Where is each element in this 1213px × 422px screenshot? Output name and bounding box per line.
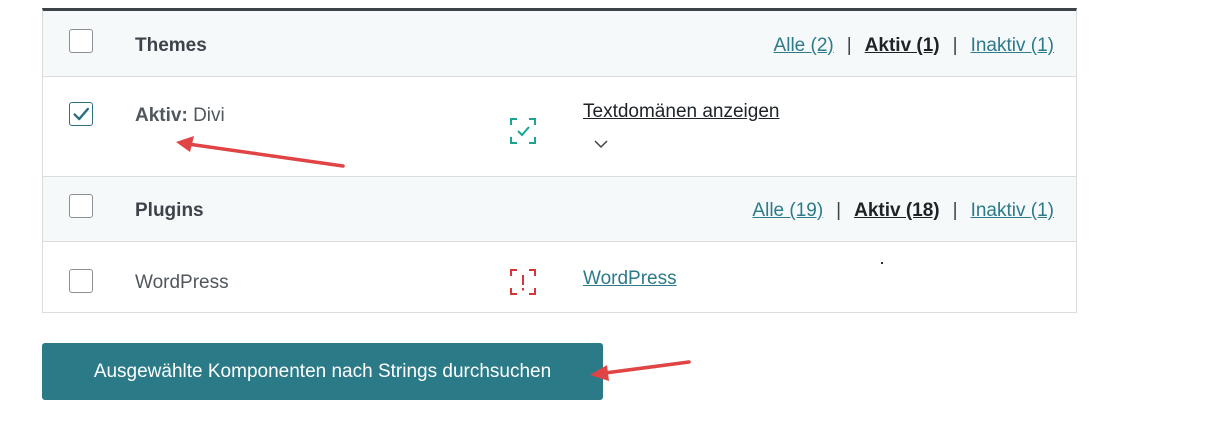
plugins-header-row: Plugins Alle (19) | Aktiv (18) | Inaktiv… bbox=[43, 177, 1076, 242]
themes-select-all-checkbox[interactable] bbox=[69, 29, 93, 53]
themes-filter-active[interactable]: Aktiv (1) bbox=[865, 35, 940, 57]
themes-filter-all[interactable]: Alle (2) bbox=[774, 35, 834, 57]
plugins-filter-active[interactable]: Aktiv (18) bbox=[854, 200, 940, 222]
scan-selected-components-button[interactable]: Ausgewählte Komponenten nach Strings dur… bbox=[42, 343, 603, 400]
filter-separator: | bbox=[952, 35, 958, 56]
annotation-arrow-icon bbox=[176, 136, 345, 168]
plugins-filter-links: Alle (19) | Aktiv (18) | Inaktiv (1) bbox=[752, 200, 1054, 222]
plugin-row-wordpress: WordPress WordPress bbox=[43, 242, 1076, 313]
annotation-arrow-icon bbox=[590, 360, 691, 381]
themes-header-row: Themes Alle (2) | Aktiv (1) | Inaktiv (1… bbox=[43, 11, 1076, 77]
chevron-down-icon[interactable] bbox=[593, 139, 609, 149]
checkmark-icon bbox=[73, 107, 90, 121]
themes-filter-links: Alle (2) | Aktiv (1) | Inaktiv (1) bbox=[774, 35, 1054, 57]
check-scan-icon bbox=[510, 118, 536, 144]
themes-filter-inactive[interactable]: Inaktiv (1) bbox=[971, 35, 1054, 57]
plugins-filter-inactive[interactable]: Inaktiv (1) bbox=[971, 200, 1054, 222]
themes-section-title: Themes bbox=[135, 35, 207, 56]
filter-separator: | bbox=[836, 200, 842, 221]
plugin-wordpress-name: WordPress bbox=[135, 272, 229, 293]
theme-name: Divi bbox=[193, 105, 225, 126]
wordpress-link[interactable]: WordPress bbox=[583, 268, 677, 290]
show-textdomains-link[interactable]: Textdomänen anzeigen bbox=[583, 101, 779, 123]
theme-divi-name: Aktiv: Divi bbox=[135, 105, 225, 127]
stray-dot bbox=[881, 262, 883, 264]
active-label: Aktiv: bbox=[135, 105, 188, 126]
filter-separator: | bbox=[846, 35, 852, 56]
plugins-filter-all[interactable]: Alle (19) bbox=[752, 200, 823, 222]
plugins-section-title: Plugins bbox=[135, 200, 204, 221]
theme-divi-checkbox[interactable] bbox=[69, 102, 93, 126]
plugins-select-all-checkbox[interactable] bbox=[69, 194, 93, 218]
filter-separator: | bbox=[952, 200, 958, 221]
plugin-wordpress-checkbox[interactable] bbox=[69, 269, 93, 293]
warning-scan-icon bbox=[510, 269, 536, 295]
stage: Themes Alle (2) | Aktiv (1) | Inaktiv (1… bbox=[0, 0, 1213, 422]
